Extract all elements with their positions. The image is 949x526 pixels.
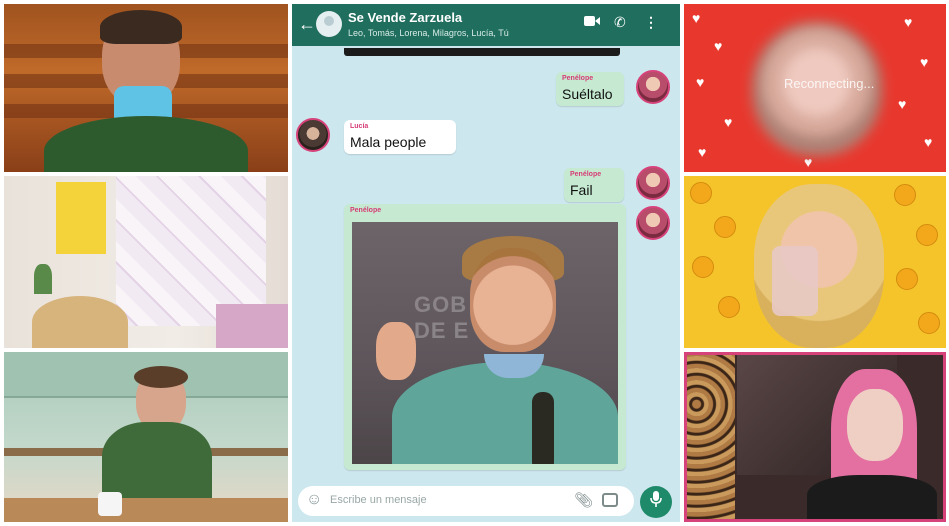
camera-icon[interactable] bbox=[602, 493, 618, 507]
emoji-icon bbox=[692, 256, 714, 278]
mug bbox=[98, 492, 122, 516]
avatar[interactable] bbox=[296, 118, 330, 152]
reconnecting-status: Reconnecting... bbox=[784, 76, 875, 91]
message-text: Suéltalo bbox=[562, 86, 613, 102]
sender-name: Penélope bbox=[562, 75, 594, 82]
plant bbox=[34, 264, 52, 294]
desk bbox=[4, 498, 288, 522]
video-tile-kitchen bbox=[4, 352, 288, 522]
microphone bbox=[532, 392, 554, 464]
video-call-icon[interactable] bbox=[584, 14, 600, 30]
image-message-bubble[interactable]: Penélope GOB DE E bbox=[344, 204, 626, 470]
poster bbox=[56, 182, 106, 254]
emoji-icon bbox=[718, 296, 740, 318]
man-head bbox=[470, 248, 556, 352]
chat-members: Leo, Tomás, Lorena, Milagros, Lucía, Tú bbox=[348, 28, 509, 38]
message-input-bar[interactable]: ☺ Escribe un mensaje 📎︎ bbox=[298, 486, 634, 516]
chat-panel: ← Se Vende Zarzuela Leo, Tomás, Lorena, … bbox=[292, 4, 680, 522]
video-tile-hearts: ♥ ♥ ♥ ♥ ♥ ♥ ♥ ♥ ♥ ♥ Reconnecting... bbox=[684, 4, 946, 172]
message-bubble[interactable]: Penélope Suéltalo bbox=[556, 72, 624, 106]
video-tile-emoji bbox=[684, 176, 946, 348]
sender-name: Penélope bbox=[350, 207, 382, 214]
sender-name: Lucía bbox=[350, 123, 369, 130]
table bbox=[216, 304, 288, 348]
emoji-icon bbox=[894, 184, 916, 206]
emoji-icon bbox=[896, 268, 918, 290]
message-input[interactable]: Escribe un mensaje bbox=[330, 494, 427, 506]
sender-name: Penélope bbox=[570, 171, 602, 178]
emoji-icon bbox=[690, 182, 712, 204]
phone-icon[interactable]: ✆ bbox=[614, 14, 626, 31]
group-avatar[interactable] bbox=[316, 11, 342, 37]
heart-icon: ♥ bbox=[696, 74, 705, 90]
avatar[interactable] bbox=[636, 70, 670, 104]
heart-icon: ♥ bbox=[724, 114, 733, 130]
attach-icon[interactable]: 📎︎ bbox=[574, 491, 593, 509]
emoji-icon bbox=[916, 224, 938, 246]
video-tile-auditorium bbox=[4, 4, 288, 172]
back-arrow-icon[interactable]: ← bbox=[298, 14, 316, 35]
emoji-icon bbox=[714, 216, 736, 238]
emoji-icon bbox=[918, 312, 940, 334]
avatar[interactable] bbox=[636, 166, 670, 200]
chat-header: ← Se Vende Zarzuela Leo, Tomás, Lorena, … bbox=[292, 4, 680, 46]
man-hand bbox=[376, 322, 416, 380]
message-text: Fail bbox=[570, 182, 593, 198]
video-tile-bedroom bbox=[684, 352, 946, 522]
smile-icon[interactable]: ☺ bbox=[306, 491, 322, 509]
person-top bbox=[807, 475, 937, 519]
shared-photo[interactable]: GOB DE E bbox=[352, 222, 618, 464]
chair bbox=[32, 296, 128, 348]
photo-sign-text: DE E bbox=[414, 318, 470, 343]
heart-icon: ♥ bbox=[898, 96, 907, 112]
water-bottle bbox=[772, 246, 818, 316]
chat-title[interactable]: Se Vende Zarzuela bbox=[348, 10, 462, 25]
avatar[interactable] bbox=[636, 206, 670, 240]
person-body bbox=[44, 116, 248, 172]
heart-icon: ♥ bbox=[714, 38, 723, 54]
heart-icon: ♥ bbox=[920, 54, 929, 70]
leopard-print bbox=[687, 355, 735, 519]
heart-icon: ♥ bbox=[924, 134, 933, 150]
person-hair bbox=[134, 366, 188, 388]
heart-icon: ♥ bbox=[692, 10, 701, 26]
previous-media-strip bbox=[344, 48, 620, 56]
message-text: Mala people bbox=[350, 134, 427, 150]
mic-icon[interactable] bbox=[640, 486, 672, 518]
heart-icon: ♥ bbox=[904, 14, 913, 30]
message-bubble[interactable]: Lucía Mala people bbox=[344, 120, 456, 154]
more-icon[interactable]: ⋮ bbox=[644, 14, 658, 31]
person-hair bbox=[100, 10, 182, 44]
person-face bbox=[847, 389, 903, 461]
video-tile-room bbox=[4, 176, 288, 348]
photo-sign-text: GOB bbox=[414, 292, 468, 317]
message-bubble[interactable]: Penélope Fail bbox=[564, 168, 624, 202]
heart-icon: ♥ bbox=[804, 154, 813, 170]
heart-icon: ♥ bbox=[698, 144, 707, 160]
